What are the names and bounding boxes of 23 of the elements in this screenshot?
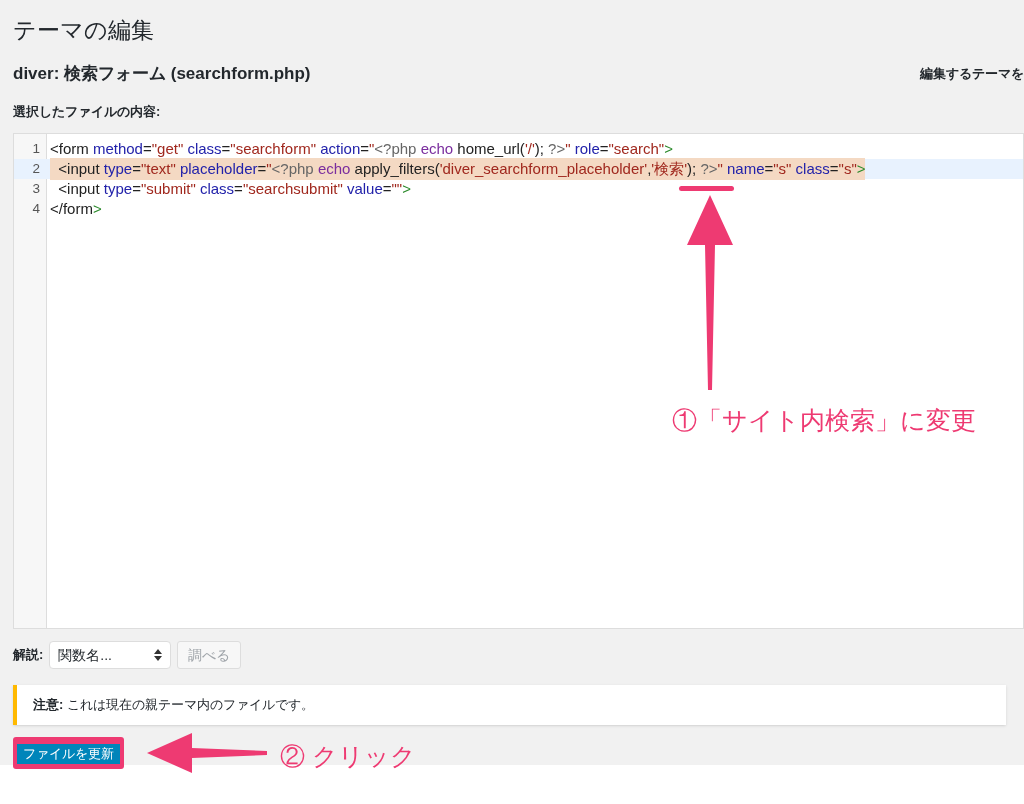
notice-text: 注意: これは現在の親テーマ内のファイルです。 — [33, 696, 314, 715]
code-text: <input type="submit" class="searchsubmit" value=""> — [57, 178, 411, 199]
content-label: 選択したファイルの内容: — [13, 102, 161, 121]
updown-caret-icon — [154, 649, 163, 661]
code-text: <input type="text" placeholder="<?php echo apply_filters('diver_searchform_placeholder','検索'); ?>" name="s" class="s"> — [50, 157, 866, 181]
line-number: 1 — [31, 139, 41, 158]
code-editor[interactable] — [13, 133, 1024, 629]
theme-select-label: 編集するテーマを — [920, 65, 1024, 83]
docs-label: 解説: — [13, 646, 44, 665]
function-select[interactable]: 関数名... — [49, 641, 172, 669]
update-file-button[interactable]: ファイルを更新 — [17, 744, 120, 764]
page-title: テーマの編集 — [13, 16, 154, 45]
code-text: </form> — [50, 198, 102, 219]
code-text: <form method="get" class="searchform" action="<?php echo home_url('/'); ?>" role="search"> — [50, 138, 673, 159]
underline-mark — [679, 186, 734, 191]
line-number: 3 — [31, 179, 41, 198]
annotation-step2: ② クリック — [280, 741, 416, 772]
up-arrow-icon — [686, 195, 734, 390]
annotation-step1: ①「サイト内検索」に変更 — [672, 405, 976, 436]
line-number: 4 — [31, 199, 41, 218]
line-number: 2 — [31, 159, 41, 178]
left-arrow-icon — [147, 733, 267, 773]
file-heading: diver: 検索フォーム (searchform.php) — [13, 63, 311, 85]
